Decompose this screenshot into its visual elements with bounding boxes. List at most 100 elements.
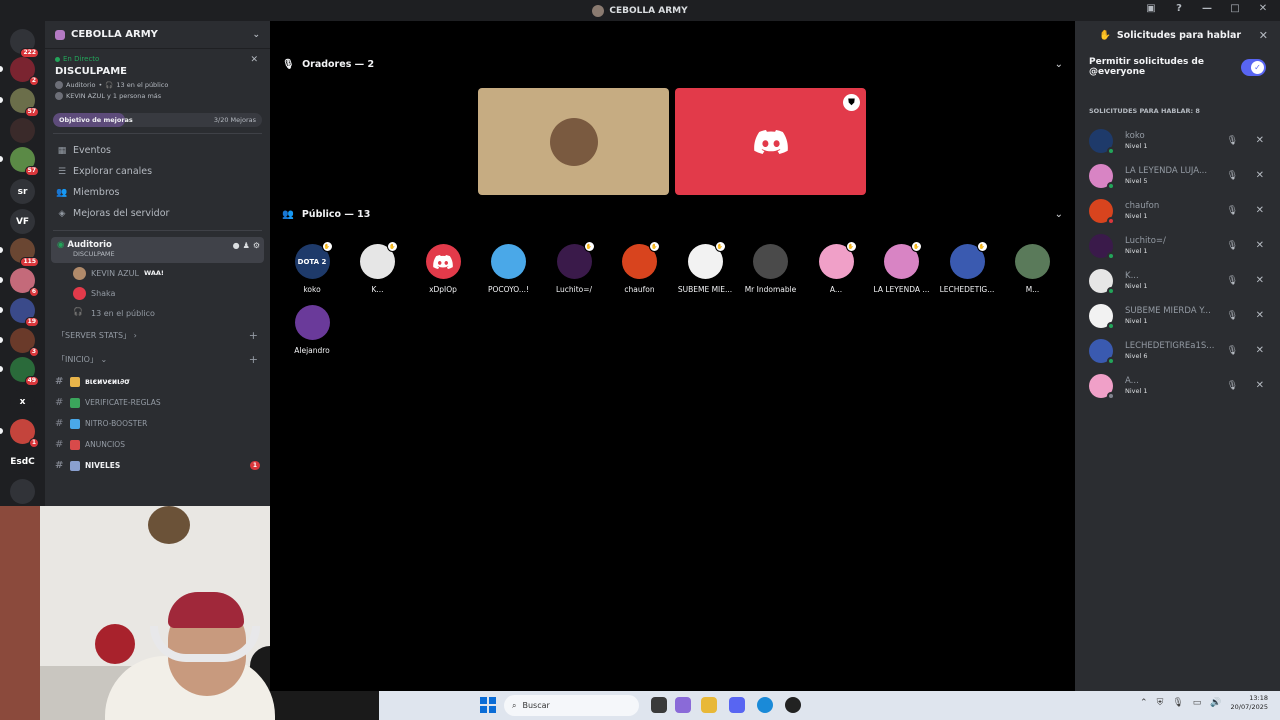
voice-user[interactable]: KEVIN AZUL WAA! [45,263,270,283]
mic-tray-icon[interactable]: 🎙 [1172,698,1183,708]
edge-icon[interactable] [757,697,773,713]
boost-goal-bar[interactable]: Objetivo de mejoras 3/20 Mejoras [53,113,262,127]
audience-member[interactable]: M... [1003,244,1063,294]
server-icon[interactable]: 3 [10,328,39,357]
audience-member[interactable]: ✋ A... [806,241,866,294]
voice-user[interactable]: Shaka [45,283,270,303]
invite-to-speak-icon[interactable]: 🎙 [1227,311,1238,321]
text-channel[interactable]: # VERIFICATE-REGLAS [45,392,270,413]
nav-browse[interactable]: ☰ Explorar canales [45,161,270,182]
maximize-button[interactable]: □ [1228,3,1242,14]
add-channel-icon[interactable]: + [249,329,258,342]
invite-to-speak-icon[interactable]: 🎙 [1227,381,1238,391]
dismiss-request-icon[interactable]: ✕ [1256,310,1264,321]
dismiss-request-icon[interactable]: ✕ [1256,240,1264,251]
audience-member[interactable]: xDpIOp [413,244,473,294]
stage-channel-icon: ◉ [57,240,65,250]
system-tray: ⌃ ⛨ 🎙 ▭ 🔊 13:18 20/07/2025 [1140,694,1268,712]
dismiss-request-icon[interactable]: ✕ [1256,135,1264,146]
discord-taskbar-icon[interactable] [729,697,745,713]
audience-member[interactable]: ✋ K... [348,241,408,294]
taskbar-clock[interactable]: 13:18 20/07/2025 [1231,694,1268,712]
chevron-down-icon[interactable]: ⌄ [1055,209,1063,220]
help-icon[interactable]: ? [1172,3,1186,14]
server-icon[interactable]: x [10,389,35,414]
speaker-tile[interactable] [478,88,669,195]
invite-to-speak-icon[interactable]: 🎙 [1227,346,1238,356]
close-window-button[interactable]: ✕ [1256,3,1270,14]
server-icon[interactable]: 19 [10,298,39,327]
invite-icon[interactable]: ♟ [243,241,250,250]
server-icon[interactable]: 57 [10,88,39,117]
dismiss-request-icon[interactable]: ✕ [1256,275,1264,286]
shield-icon[interactable]: ⛨ [1157,698,1164,708]
chevron-up-icon[interactable]: ⌃ [1140,698,1148,708]
audience-member[interactable]: Alejandro [282,305,342,355]
network-icon[interactable]: ▭ [1193,698,1202,708]
audience-member[interactable]: POCOYO...! [479,244,539,294]
server-icon[interactable]: VF [10,209,35,234]
dismiss-request-icon[interactable]: ✕ [1256,170,1264,181]
server-icon[interactable]: 2 [10,57,39,86]
server-icon[interactable]: 115 [10,238,39,267]
file-explorer-icon[interactable] [701,697,717,713]
audience-member[interactable]: ✋ SUBEME MIE... [675,241,735,294]
taskbar-search[interactable]: ⌕ Buscar [504,695,639,716]
server-icon[interactable]: EsdC [10,449,35,474]
server-icon[interactable]: sr [10,179,35,204]
allow-requests-toggle[interactable] [1241,58,1266,76]
server-header[interactable]: CEBOLLA ARMY ⌄ [45,21,270,49]
task-view-icon[interactable] [651,697,667,713]
obs-icon[interactable] [785,697,801,713]
audience-member[interactable]: DOTA 2 ✋ koko [282,241,342,294]
add-channel-icon[interactable]: + [249,353,258,366]
minimize-button[interactable]: — [1200,3,1214,14]
close-icon[interactable]: ✕ [250,55,258,65]
inbox-icon[interactable]: ▣ [1144,3,1158,14]
channel-auditorio[interactable]: ◉ Auditorio DISCULPAME ● ♟ ⚙ [51,237,264,263]
dismiss-request-icon[interactable]: ✕ [1256,380,1264,391]
user-status-tag: WAA! [143,269,164,277]
server-icon[interactable]: 222 [10,29,39,58]
invite-to-speak-icon[interactable]: 🎙 [1227,171,1238,181]
chat-icon[interactable]: ● [233,241,240,250]
speak-request: SUBEME MIERDA Y... Nivel 1 🎙 ✕ [1075,298,1280,333]
windows-start-icon[interactable] [480,697,496,713]
server-icon[interactable]: 6 [10,268,39,297]
audience-member[interactable]: ✋ LA LEYENDA ... [872,241,932,294]
text-channel[interactable]: # NIVELES 1 [45,455,270,476]
chevron-down-icon[interactable]: ⌄ [1055,59,1063,70]
invite-to-speak-icon[interactable]: 🎙 [1227,241,1238,251]
category-server-stats[interactable]: 「SERVER STATS」 › + [45,323,270,347]
close-icon[interactable]: ✕ [1259,29,1268,42]
server-icon[interactable]: 1 [10,419,39,448]
audience-avatar [491,244,526,279]
live-stage-card[interactable]: En Directo ✕ DISCULPAME Auditorio • 🎧 13… [45,49,270,109]
server-icon[interactable] [10,118,35,143]
dismiss-request-icon[interactable]: ✕ [1256,205,1264,216]
gear-icon[interactable]: ⚙ [253,241,260,250]
audience-member[interactable]: ✋ chaufon [610,241,670,294]
nav-calendar[interactable]: ▦ Eventos [45,140,270,161]
category-inicio[interactable]: 「INICIO」 ⌄ + [45,347,270,371]
invite-to-speak-icon[interactable]: 🎙 [1227,136,1238,146]
text-channel[interactable]: # ANUNCIOS [45,434,270,455]
dismiss-request-icon[interactable]: ✕ [1256,345,1264,356]
server-icon[interactable]: 49 [10,357,39,386]
audience-member[interactable]: ✋ Luchito=/ [544,241,604,294]
live-tag: En Directo [55,55,260,63]
server-icon[interactable]: 57 [10,147,39,176]
copilot-icon[interactable] [675,697,691,713]
audience-member[interactable]: Mr Indomable [741,244,801,294]
invite-to-speak-icon[interactable]: 🎙 [1227,206,1238,216]
volume-icon[interactable]: 🔊 [1210,698,1221,708]
nav-members[interactable]: 👥 Miembros [45,182,270,203]
speaker-tile[interactable]: ⛊ [675,88,866,195]
audience-count[interactable]: 🎧 13 en el público [45,303,270,323]
server-icon[interactable] [10,479,35,504]
invite-to-speak-icon[interactable]: 🎙 [1227,276,1238,286]
nav-boost[interactable]: ◈ Mejoras del servidor [45,203,270,224]
text-channel[interactable]: # вιєиνєиι∂σ [45,371,270,392]
audience-member[interactable]: ✋ LECHEDETIG... [937,241,997,294]
text-channel[interactable]: # NITRO-BOOSTER [45,413,270,434]
